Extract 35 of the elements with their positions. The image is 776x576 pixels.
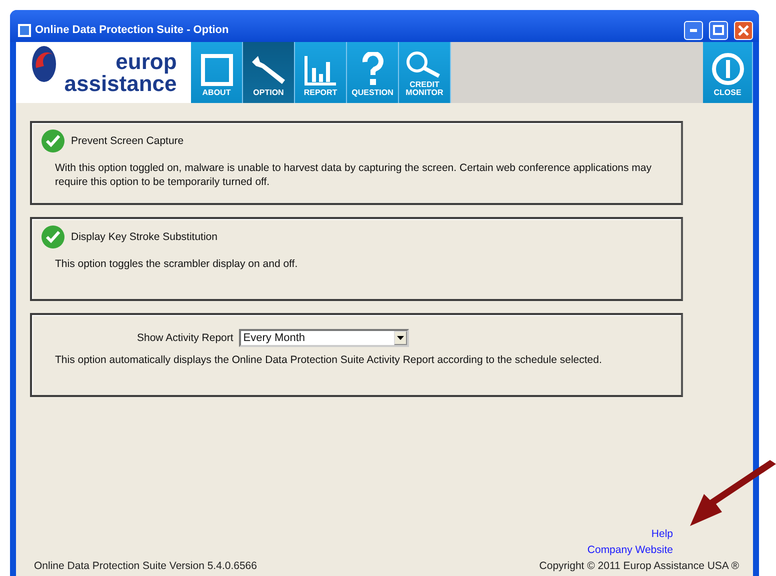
close-app-button[interactable]: CLOSE xyxy=(703,42,753,103)
toolbar-button[interactable]: QUESTION xyxy=(347,42,399,103)
toolbar-button[interactable]: OPTION xyxy=(243,42,295,103)
question-mark-icon xyxy=(360,52,384,86)
toolbar-button[interactable]: ABOUT xyxy=(191,42,243,103)
schedule-dropdown[interactable]: Every Month xyxy=(239,329,410,347)
power-icon xyxy=(710,52,744,86)
bar-chart-icon xyxy=(304,54,338,86)
copyright-text: Copyright © 2011 Europ Assistance USA ® xyxy=(539,560,739,572)
close-button[interactable] xyxy=(734,20,753,40)
option-description: This option automatically displays the Online Data Protection Suite Activity Report according to the schedule selected. xyxy=(54,353,603,367)
option-description: With this option toggled on, malware is unable to harvest data by capturing the screen. Certain web conference applications may require this option to be temporarily turned off. xyxy=(54,161,653,189)
maximize-icon xyxy=(713,25,724,35)
select-label: Show Activity Report xyxy=(137,332,234,344)
logo-text: europ xyxy=(116,50,177,72)
square-icon xyxy=(200,54,232,86)
toolbar-button[interactable]: REPORT xyxy=(295,42,347,103)
footer-link[interactable]: Company Website xyxy=(587,544,673,556)
window-icon xyxy=(18,24,31,36)
check-icon[interactable] xyxy=(41,129,65,153)
check-icon[interactable] xyxy=(41,225,65,249)
close-icon xyxy=(738,24,749,36)
minimize-icon xyxy=(690,28,697,32)
logo-text: assistance xyxy=(64,72,177,94)
window-title: Online Data Protection Suite - Option xyxy=(35,24,230,36)
option-description: This option toggles the scrambler display on and off. xyxy=(54,257,299,271)
toolbar-button[interactable]: CREDIT MONITOR xyxy=(399,42,451,103)
maximize-button[interactable] xyxy=(709,20,728,40)
wrench-icon xyxy=(250,54,288,86)
footer-link[interactable]: Help xyxy=(651,528,673,540)
version-text: Online Data Protection Suite Version 5.4.0.6566 xyxy=(34,560,257,572)
caret-icon xyxy=(397,336,404,340)
option-title: Display Key Stroke Substitution xyxy=(71,231,218,243)
option-title: Prevent Screen Capture xyxy=(71,135,184,147)
minimize-button[interactable] xyxy=(684,20,703,40)
